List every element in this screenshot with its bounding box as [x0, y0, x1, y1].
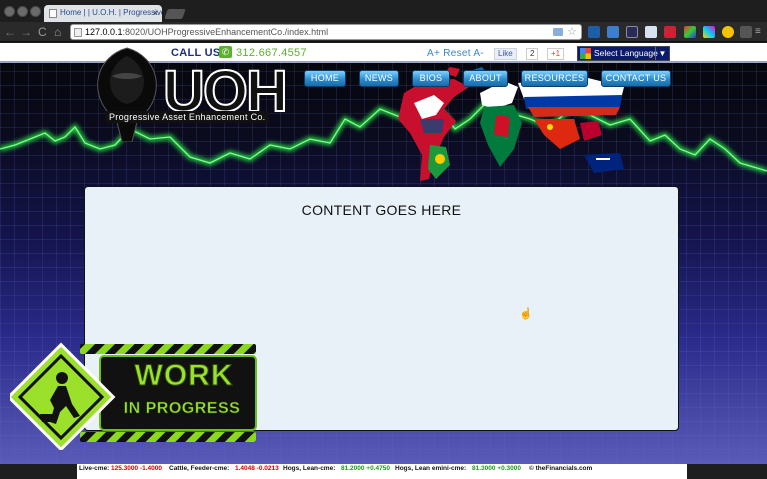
- dropdown-arrow-icon: ▼: [655, 47, 669, 60]
- commodity-ticker: Live-cme: 125.3000 -1.4000 Cattle, Feede…: [0, 464, 767, 479]
- google-translate-icon: [580, 48, 591, 59]
- nav-bios[interactable]: BIOS: [412, 70, 450, 87]
- work-in-progress-banner: [10, 342, 257, 450]
- url-host: 127.0.0.1: [85, 27, 123, 37]
- minimize-window-button[interactable]: [17, 6, 28, 17]
- extension-globe-icon[interactable]: [607, 26, 619, 38]
- extension-square-icon[interactable]: [626, 26, 638, 38]
- extension-moon-icon[interactable]: [588, 26, 600, 38]
- close-window-button[interactable]: [4, 6, 15, 17]
- ticker-label: Cattle, Feeder-cme:: [169, 465, 230, 472]
- ticker-credit[interactable]: © theFinancials.com: [529, 465, 592, 472]
- phoenix-logo-icon: [97, 47, 157, 142]
- browser-tab-bar: Home | | U.O.H. | Progressive ×: [0, 0, 767, 22]
- zoom-window-button[interactable]: [30, 6, 41, 17]
- new-tab-button[interactable]: [164, 9, 186, 19]
- nav-about[interactable]: ABOUT: [463, 70, 508, 87]
- ticker-value: 125.3000 -1.4000: [111, 465, 162, 472]
- wrench-menu-icon[interactable]: ≡: [755, 26, 763, 38]
- extension-chrome-icon[interactable]: [722, 26, 734, 38]
- font-size-controls[interactable]: A+ Reset A-: [427, 48, 484, 59]
- wip-word-in-progress: IN PROGRESS: [123, 400, 241, 418]
- ticker-label: Hogs, Lean-cme:: [283, 465, 336, 472]
- extension-recycle-icon[interactable]: [740, 26, 752, 38]
- ticker-value: 81.2000 +0.4750: [341, 465, 390, 472]
- tab-close-icon[interactable]: ×: [153, 8, 158, 18]
- forward-arrow-icon[interactable]: →: [20, 25, 32, 39]
- address-bar[interactable]: 127.0.0.1:8020/UOHProgressiveEnhancement…: [70, 24, 582, 40]
- call-us-label: CALL US!: [171, 47, 225, 59]
- ticker-value: 81.3000 +0.3000: [472, 465, 521, 472]
- extension-on-icon[interactable]: [664, 26, 676, 38]
- web-page: CALL US! ✆ 312.667.4557 A+ Reset A- Like…: [0, 43, 767, 464]
- wip-word-work: WORK: [134, 359, 234, 392]
- extension-mail-icon[interactable]: [645, 26, 657, 38]
- page-favicon-icon: [49, 9, 57, 18]
- language-select[interactable]: Select Language ▼: [577, 46, 670, 61]
- ticker-strip: Live-cme: 125.3000 -1.4000 Cattle, Feede…: [77, 464, 687, 479]
- reload-icon[interactable]: C: [38, 25, 47, 39]
- page-icon: [74, 28, 82, 37]
- nav-contact-us[interactable]: CONTACT US: [601, 70, 671, 87]
- browser-tab[interactable]: Home | | U.O.H. | Progressive ×: [44, 5, 162, 22]
- content-heading: CONTENT GOES HERE: [301, 202, 462, 218]
- hand-cursor-icon: ☝: [519, 308, 533, 320]
- rss-icon[interactable]: [553, 28, 563, 36]
- home-icon[interactable]: ⌂: [54, 25, 61, 39]
- url-path: :8020/UOHProgressiveEnhancementCo./index…: [122, 27, 329, 37]
- facebook-like-count: 2: [526, 48, 539, 60]
- logo-tagline: Progressive Asset Enhancement Co.: [105, 111, 270, 123]
- extension-color-icon[interactable]: [684, 26, 696, 38]
- back-arrow-icon[interactable]: ←: [4, 25, 16, 39]
- browser-toolbar: ← → C ⌂ 127.0.0.1:8020/UOHProgressiveEnh…: [0, 22, 767, 42]
- tab-title: Home | | U.O.H. | Progressive: [60, 8, 162, 17]
- ticker-value: 1.4048 -0.0213: [235, 465, 279, 472]
- language-select-label: Select Language: [594, 48, 658, 58]
- google-plus-button[interactable]: +1: [547, 48, 565, 60]
- extension-rainbow-icon[interactable]: [703, 26, 715, 38]
- nav-resources[interactable]: RESOURCES: [521, 70, 588, 87]
- bookmark-star-icon[interactable]: ☆: [567, 25, 577, 38]
- phone-icon: ✆: [219, 46, 232, 58]
- nav-home[interactable]: HOME: [304, 70, 346, 87]
- ticker-label: Live-cme:: [79, 465, 110, 472]
- nav-news[interactable]: NEWS: [359, 70, 399, 87]
- facebook-like-button[interactable]: Like: [494, 48, 517, 60]
- ticker-label: Hogs, Lean emini-cme:: [395, 465, 467, 472]
- phone-number[interactable]: 312.667.4557: [236, 47, 307, 59]
